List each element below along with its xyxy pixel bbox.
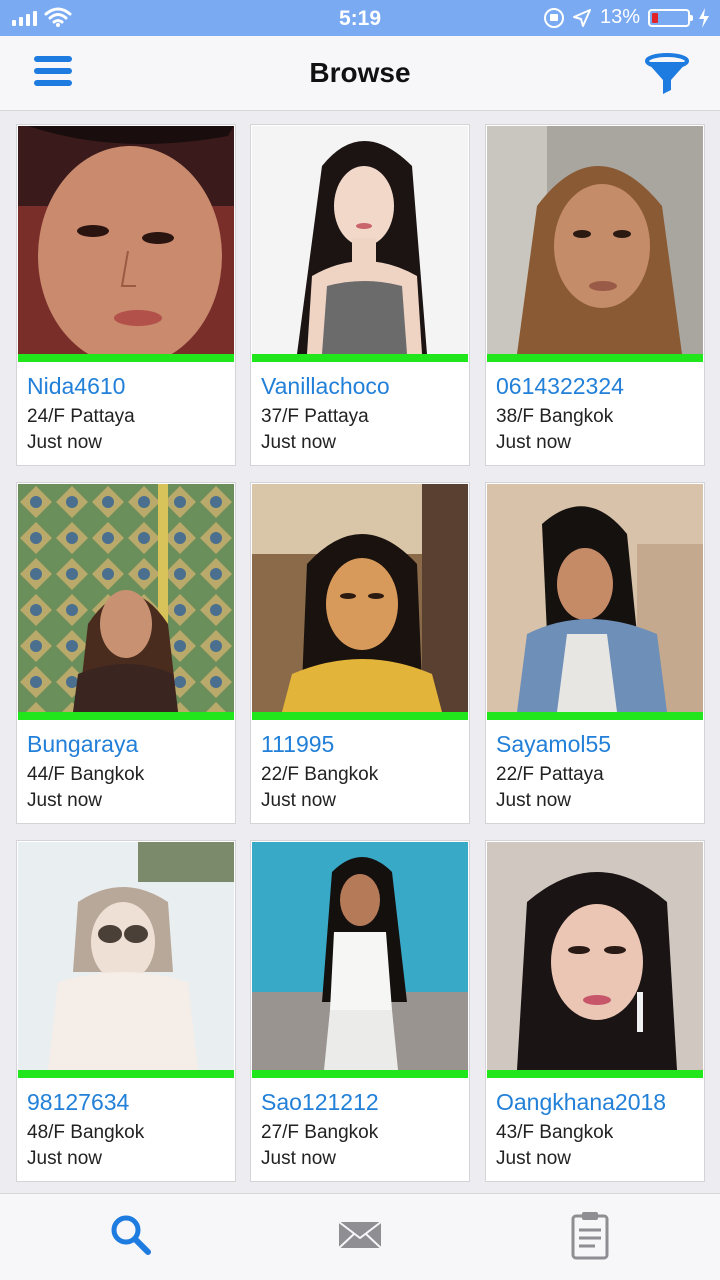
- profile-details: 22/F Bangkok: [261, 764, 379, 785]
- profile-details: 24/F Pattaya: [27, 406, 135, 427]
- online-status-bar: [487, 1070, 703, 1078]
- battery-percent: 13%: [599, 6, 640, 28]
- navigation-bar: Browse: [0, 36, 720, 111]
- battery-icon: [648, 8, 693, 27]
- last-seen: Just now: [261, 790, 336, 811]
- last-seen: Just now: [496, 790, 571, 811]
- last-seen: Just now: [496, 432, 571, 453]
- profile-details: 22/F Pattaya: [496, 764, 604, 785]
- online-status-bar: [252, 354, 468, 362]
- online-status-bar: [487, 354, 703, 362]
- last-seen: Just now: [261, 432, 336, 453]
- last-seen: Just now: [496, 1148, 571, 1169]
- profile-card[interactable]: 111995 22/F Bangkok Just now: [250, 482, 470, 824]
- profile-details: 48/F Bangkok: [27, 1122, 145, 1143]
- profile-details: 38/F Bangkok: [496, 406, 614, 427]
- page-title: Browse: [309, 57, 411, 88]
- status-bar: 5:19 13%: [0, 0, 720, 36]
- online-status-bar: [18, 712, 234, 720]
- online-status-bar: [18, 354, 234, 362]
- profile-card[interactable]: Oangkhana2018 43/F Bangkok Just now: [485, 840, 705, 1182]
- profile-details: 37/F Pattaya: [261, 406, 369, 427]
- profile-name: 111995: [261, 731, 335, 757]
- profile-name: 98127634: [27, 1089, 130, 1115]
- profile-name: Vanillachoco: [261, 373, 390, 399]
- last-seen: Just now: [27, 432, 102, 453]
- profile-card[interactable]: Bungaraya 44/F Bangkok Just now: [16, 482, 236, 824]
- online-status-bar: [487, 712, 703, 720]
- profile-details: 43/F Bangkok: [496, 1122, 614, 1143]
- profile-photo: [18, 842, 234, 1070]
- search-icon[interactable]: [106, 1210, 156, 1260]
- clipboard-icon[interactable]: [565, 1210, 615, 1260]
- profile-card[interactable]: 0614322324 38/F Bangkok Just now: [485, 124, 705, 466]
- profile-name: Bungaraya: [27, 731, 139, 757]
- profile-name: 0614322324: [496, 373, 624, 399]
- profile-photo: [252, 126, 468, 354]
- profile-details: 27/F Bangkok: [261, 1122, 379, 1143]
- location-arrow-icon: [572, 8, 591, 27]
- profile-name: Sao121212: [261, 1089, 379, 1115]
- envelope-icon[interactable]: [335, 1210, 385, 1260]
- online-status-bar: [18, 1070, 234, 1078]
- profile-card[interactable]: 98127634 48/F Bangkok Just now: [16, 840, 236, 1182]
- profile-name: Sayamol55: [496, 731, 612, 757]
- profile-photo: [252, 842, 468, 1070]
- profile-photo: [487, 484, 703, 712]
- profile-card[interactable]: Sayamol55 22/F Pattaya Just now: [485, 482, 705, 824]
- profile-photo: [487, 842, 703, 1070]
- profile-photo: [18, 126, 234, 354]
- profile-card[interactable]: Sao121212 27/F Bangkok Just now: [250, 840, 470, 1182]
- profile-details: 44/F Bangkok: [27, 764, 145, 785]
- profile-name: Oangkhana2018: [496, 1089, 667, 1115]
- tab-bar: [0, 1193, 720, 1280]
- online-status-bar: [252, 712, 468, 720]
- profile-photo: [487, 126, 703, 354]
- orientation-lock-icon: [543, 7, 564, 28]
- profile-photo: [252, 484, 468, 712]
- charging-bolt-icon: [699, 7, 709, 28]
- online-status-bar: [252, 1070, 468, 1078]
- profile-name: Nida4610: [27, 373, 126, 399]
- last-seen: Just now: [261, 1148, 336, 1169]
- profile-card[interactable]: Nida4610 24/F Pattaya Just now: [16, 124, 236, 466]
- last-seen: Just now: [27, 790, 102, 811]
- profile-photo: [18, 484, 234, 712]
- last-seen: Just now: [27, 1148, 102, 1169]
- filter-funnel-icon[interactable]: [644, 52, 690, 98]
- profile-card[interactable]: Vanillachoco 37/F Pattaya Just now: [250, 124, 470, 466]
